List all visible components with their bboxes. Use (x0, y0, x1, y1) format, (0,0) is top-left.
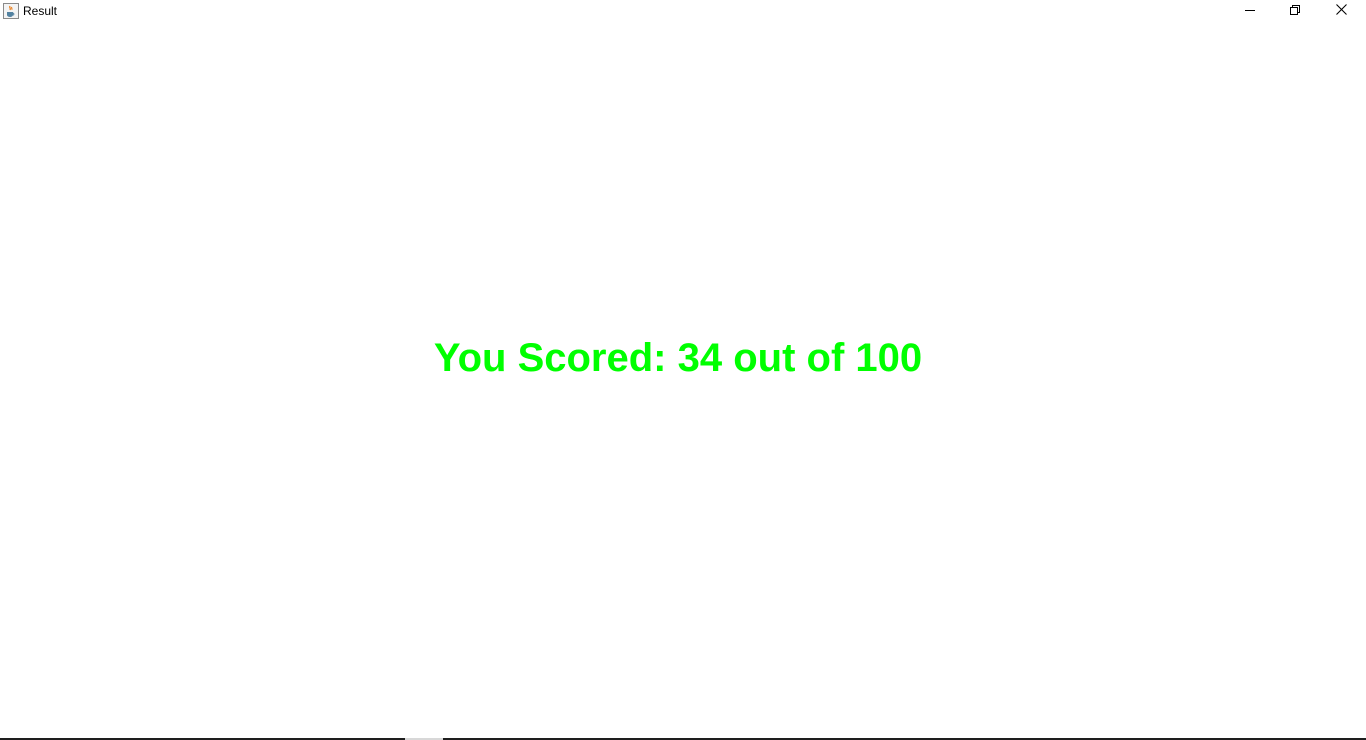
minimize-button[interactable] (1227, 0, 1273, 22)
close-icon (1335, 2, 1347, 20)
restore-icon (1290, 2, 1300, 20)
java-cup-icon[interactable] (3, 3, 19, 19)
window-title: Result (23, 4, 58, 18)
score-label: You Scored: 34 out of 100 (433, 336, 923, 380)
title-bar[interactable]: Result (0, 0, 1366, 22)
restore-button[interactable] (1272, 0, 1318, 22)
result-window: Result You Scored: 34 out of 100 (0, 0, 1366, 740)
minimize-icon (1245, 2, 1255, 20)
close-button[interactable] (1318, 0, 1364, 22)
